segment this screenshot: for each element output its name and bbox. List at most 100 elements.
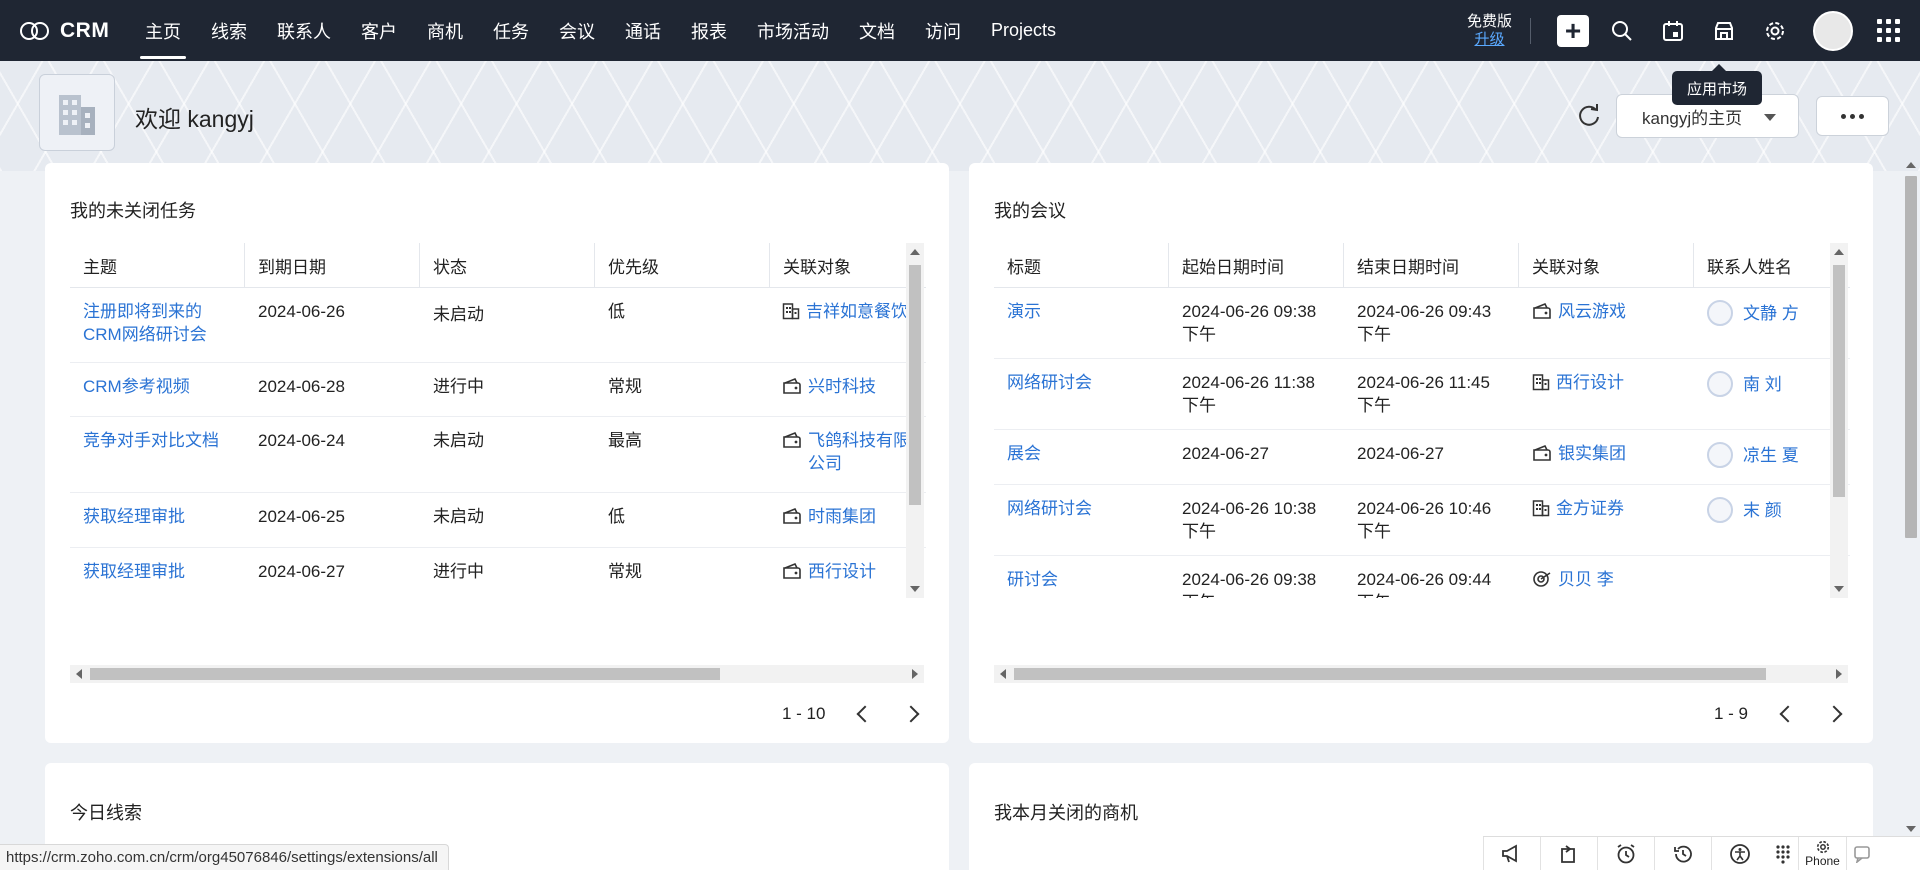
meetings-horizontal-scrollbar[interactable]: [994, 665, 1848, 683]
org-logo[interactable]: [39, 74, 115, 151]
start-datetime: 2024-06-27: [1182, 444, 1269, 463]
table-row[interactable]: 研讨会 2024-06-26 09:38 下午 2024-06-26 09:44 下…: [994, 556, 1850, 598]
tasks-horizontal-scrollbar[interactable]: [70, 665, 924, 683]
contact-link[interactable]: 末 颜: [1707, 497, 1837, 523]
meetings-vertical-scrollbar[interactable]: [1830, 243, 1848, 598]
lead-icon: [1532, 568, 1552, 594]
nav-tab[interactable]: 通话: [610, 0, 676, 61]
related-object: 西行设计: [770, 548, 926, 598]
marketplace-icon[interactable]: [1711, 18, 1737, 44]
contact-name: 南 刘: [1694, 359, 1850, 429]
previous-page-icon[interactable]: [856, 705, 874, 723]
table-row[interactable]: 网络研讨会 2024-06-26 10:38 下午 2024-06-26 10:46…: [994, 485, 1850, 556]
end-datetime: 2024-06-26 09:43 下午: [1357, 302, 1492, 344]
task-subject-link[interactable]: 注册即将到来的CRM网络研讨会: [70, 288, 245, 362]
task-subject-link[interactable]: 获取经理审批: [70, 493, 245, 547]
chat-icon[interactable]: [1846, 836, 1876, 870]
nav-tab[interactable]: 联系人: [262, 0, 346, 61]
recent-items-icon[interactable]: [1540, 836, 1597, 870]
meeting-title-link[interactable]: 网络研讨会: [994, 485, 1169, 555]
meeting-title-link[interactable]: 展会: [994, 430, 1169, 484]
more-options-button[interactable]: [1816, 96, 1889, 136]
column-header[interactable]: 结束日期时间: [1344, 243, 1519, 287]
related-object-link[interactable]: 西行设计: [1532, 371, 1681, 397]
nav-tab[interactable]: 任务: [478, 0, 544, 61]
user-avatar[interactable]: [1813, 10, 1853, 51]
table-row[interactable]: 展会 2024-06-27 2024-06-27 银实集团 凉生 夏: [994, 430, 1850, 485]
task-subject-link[interactable]: CRM参考视频: [70, 363, 245, 416]
accessibility-icon[interactable]: [1711, 836, 1768, 870]
history-icon[interactable]: [1654, 836, 1711, 870]
settings-gear-icon[interactable]: [1762, 18, 1788, 44]
table-row[interactable]: 获取经理审批 2024-06-27 进行中 常规 西行设计: [70, 548, 926, 598]
related-object-link[interactable]: 金方证券: [1532, 497, 1681, 523]
column-header[interactable]: 起始日期时间: [1169, 243, 1344, 287]
nav-tab[interactable]: 线索: [196, 0, 262, 61]
table-row[interactable]: CRM参考视频 2024-06-28 进行中 常规 兴时科技: [70, 363, 926, 417]
contact-link[interactable]: 凉生 夏: [1707, 442, 1837, 468]
table-row[interactable]: 网络研讨会 2024-06-26 11:38 下午 2024-06-26 11:45…: [994, 359, 1850, 430]
crm-logo[interactable]: CRM: [0, 19, 130, 43]
meeting-title-link[interactable]: 演示: [994, 288, 1169, 358]
column-header[interactable]: 主题: [70, 243, 245, 287]
column-header[interactable]: 关联对象: [770, 243, 926, 287]
column-header[interactable]: 标题: [994, 243, 1169, 287]
table-row[interactable]: 注册即将到来的CRM网络研讨会 2024-06-26 未启动 低 吉祥如意餐饮: [70, 288, 926, 363]
related-object-link[interactable]: 风云游戏: [1532, 300, 1681, 326]
upgrade-link[interactable]: 升级: [1467, 31, 1512, 49]
column-header[interactable]: 状态: [420, 243, 595, 287]
contact-link[interactable]: 文静 方: [1707, 300, 1837, 326]
nav-tab[interactable]: 主页: [130, 0, 196, 61]
welcome-heading: 欢迎 kangyj: [135, 106, 254, 132]
tasks-vertical-scrollbar[interactable]: [906, 243, 924, 598]
column-header[interactable]: 关联对象: [1519, 243, 1694, 287]
related-object-link[interactable]: 吉祥如意餐饮: [782, 300, 913, 326]
task-subject-link[interactable]: 获取经理审批: [70, 548, 245, 598]
phone-settings-button[interactable]: Phone: [1798, 836, 1846, 870]
next-page-icon[interactable]: [902, 705, 920, 723]
related-object-label: 金方证券: [1556, 499, 1624, 518]
nav-tab[interactable]: Projects: [976, 0, 1071, 61]
related-object-link[interactable]: 时雨集团: [782, 505, 913, 531]
module-tabs: 主页 线索 联系人 客户 商机 任务 会议 通话 报表 市场活动 文档 访问 Projects: [130, 0, 1071, 61]
table-row[interactable]: 获取经理审批 2024-06-25 未启动 低 时雨集团: [70, 493, 926, 548]
meeting-title-link[interactable]: 网络研讨会: [994, 359, 1169, 429]
column-header[interactable]: 优先级: [595, 243, 770, 287]
refresh-icon[interactable]: [1576, 102, 1602, 128]
page-scrollbar[interactable]: [1900, 162, 1920, 832]
related-object-link[interactable]: 贝贝 李: [1532, 568, 1681, 594]
meetings-title: 我的会议: [994, 201, 1066, 221]
nav-tab[interactable]: 市场活动: [742, 0, 844, 61]
next-page-icon[interactable]: [1825, 705, 1843, 723]
status: 未启动: [433, 507, 484, 526]
announcement-icon[interactable]: [1483, 836, 1540, 870]
plan-badge[interactable]: 免费版 升级: [1467, 13, 1512, 49]
nav-tab[interactable]: 会议: [544, 0, 610, 61]
nav-tab[interactable]: 文档: [844, 0, 910, 61]
create-new-button[interactable]: +: [1557, 14, 1589, 47]
alarm-clock-icon[interactable]: [1597, 836, 1654, 870]
task-subject-link[interactable]: 竞争对手对比文档: [70, 417, 245, 492]
dialpad-icon[interactable]: [1768, 837, 1798, 870]
contact-link[interactable]: 南 刘: [1707, 371, 1837, 397]
column-header[interactable]: 到期日期: [245, 243, 420, 287]
table-row[interactable]: 演示 2024-06-26 09:38 下午 2024-06-26 09:43 下午…: [994, 288, 1850, 359]
contact-name: 末 颜: [1694, 485, 1850, 555]
table-row[interactable]: 竞争对手对比文档 2024-06-24 未启动 最高 飞鸽科技有限公司: [70, 417, 926, 493]
marketplace-tooltip: 应用市场: [1672, 64, 1762, 105]
previous-page-icon[interactable]: [1779, 705, 1797, 723]
related-object-link[interactable]: 银实集团: [1532, 442, 1681, 468]
nav-tab[interactable]: 客户: [346, 0, 412, 61]
due-date: 2024-06-26: [258, 302, 345, 321]
related-object-link[interactable]: 飞鸽科技有限公司: [782, 429, 913, 475]
app-launcher-icon[interactable]: [1877, 19, 1900, 42]
nav-tab[interactable]: 报表: [676, 0, 742, 61]
related-object-link[interactable]: 西行设计: [782, 560, 913, 586]
column-header[interactable]: 联系人姓名: [1694, 243, 1850, 287]
nav-tab[interactable]: 访问: [910, 0, 976, 61]
related-object-link[interactable]: 兴时科技: [782, 375, 913, 401]
nav-tab[interactable]: 商机: [412, 0, 478, 61]
search-icon[interactable]: [1609, 18, 1635, 44]
calendar-icon[interactable]: [1660, 18, 1686, 44]
meeting-title-link[interactable]: 研讨会: [994, 556, 1169, 598]
